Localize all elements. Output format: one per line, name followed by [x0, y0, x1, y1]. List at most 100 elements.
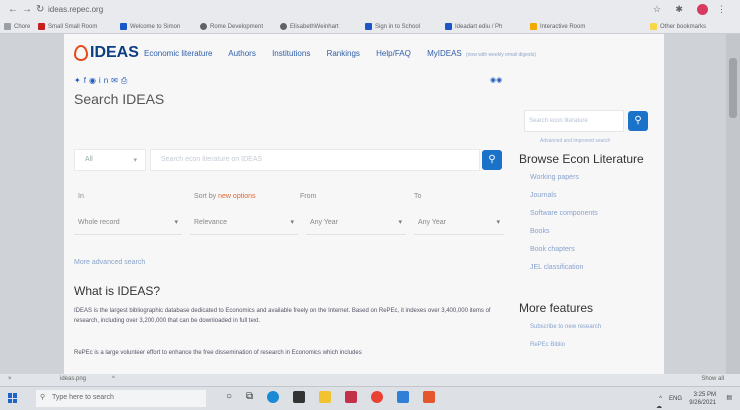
social-links: ✦f◉in✉⎙ — [74, 76, 130, 86]
search-button[interactable]: ⚲ — [482, 150, 502, 170]
address-row: ← → ↻ ideas.repec.org ☆ ✱ ⋮ — [0, 4, 740, 20]
extensions-icon[interactable]: ✱ — [675, 4, 689, 14]
nav-rankings[interactable]: Rankings — [327, 49, 360, 58]
browse-link-books[interactable]: Books — [530, 228, 598, 246]
nav-note: (now with weekly email digests) — [465, 52, 537, 58]
app-icon[interactable] — [397, 391, 410, 403]
edge-icon[interactable] — [267, 391, 280, 403]
bookmark-item[interactable]: ElisabethWeinhart — [280, 23, 339, 30]
app-icon[interactable] — [423, 391, 436, 403]
nav-authors[interactable]: Authors — [228, 49, 256, 58]
chevron-down-icon: ▾ — [496, 219, 500, 226]
in-label: In — [78, 193, 84, 200]
language-indicator[interactable]: ENG — [669, 395, 682, 403]
browse-title: Browse Econ Literature — [519, 152, 644, 166]
forward-icon[interactable]: → — [22, 4, 32, 15]
show-all-link[interactable]: Show all — [701, 376, 724, 382]
email-icon[interactable]: ✉ — [111, 76, 121, 85]
more-link-biblio[interactable]: RePEc Biblio — [530, 342, 601, 360]
windows-start-icon[interactable] — [8, 393, 18, 403]
search-icon: ⚲ — [40, 394, 46, 401]
download-item[interactable]: ideas.png — [60, 376, 86, 382]
folder-icon — [650, 23, 657, 30]
bookmark-item[interactable]: Interactive Room — [530, 23, 585, 30]
apps-icon — [4, 23, 11, 30]
sidebar-search-button[interactable]: ⚲ — [628, 111, 648, 131]
scrollbar-thumb[interactable] — [729, 58, 737, 118]
chrome-icon[interactable] — [371, 391, 384, 403]
gmail-icon — [38, 23, 45, 30]
bookmark-icon — [445, 23, 452, 30]
feed-icon[interactable]: ◉◉ — [490, 76, 502, 84]
about-paragraph: IDEAS is the largest bibliographic datab… — [74, 308, 491, 324]
star-icon[interactable]: ☆ — [653, 4, 667, 14]
back-icon[interactable]: ← — [8, 4, 18, 15]
bookmarks-bar: Chore Small Small Room Welcome to Simon … — [0, 21, 740, 33]
chevron-down-icon: ▾ — [398, 219, 402, 226]
chevron-down-icon: ▾ — [174, 219, 178, 226]
bookmark-item[interactable]: Other bookmarks — [650, 23, 706, 30]
more-link-subscribe[interactable]: Subscribe to new research — [530, 324, 601, 342]
search-input[interactable]: Search econ literature on IDEAS — [150, 149, 480, 171]
toolbar-icons: ☆ ✱ ⋮ — [653, 4, 732, 16]
sort-select[interactable]: Relevance ▾ — [190, 211, 298, 235]
browse-link-software[interactable]: Software components — [530, 210, 598, 228]
site-logo[interactable]: IDEAS — [74, 44, 139, 62]
in-select[interactable]: Whole record ▾ — [74, 211, 182, 235]
browse-link-journals[interactable]: Journals — [530, 192, 598, 210]
menu-icon[interactable]: ⋮ — [717, 4, 732, 14]
rss-icon[interactable]: ◉ — [89, 76, 99, 85]
browse-link-book-chapters[interactable]: Book chapters — [530, 246, 598, 264]
browse-list: Working papers Journals Software compone… — [530, 174, 598, 282]
search-icon: ⚲ — [488, 154, 496, 165]
chevron-up-icon[interactable]: ^ — [112, 376, 115, 382]
bookmark-item[interactable]: Rome Development — [200, 23, 263, 30]
bookmark-icon — [365, 23, 372, 30]
cortana-icon[interactable]: ○ — [226, 391, 232, 403]
sidebar-search-input[interactable]: Search econ literature — [524, 110, 624, 132]
browse-link-working-papers[interactable]: Working papers — [530, 174, 598, 192]
new-options-link[interactable]: new options — [218, 193, 255, 200]
scope-select[interactable]: All ▾ — [74, 149, 146, 171]
browse-link-jel[interactable]: JEL classification — [530, 264, 598, 282]
bookmark-item[interactable]: Small Small Room — [38, 23, 97, 30]
reload-icon[interactable]: ↻ — [36, 4, 44, 15]
close-icon[interactable]: × — [8, 376, 12, 382]
to-year-select[interactable]: Any Year ▾ — [414, 211, 504, 235]
nav-myideas[interactable]: MyIDEAS — [427, 49, 462, 58]
search-icon: ⚲ — [634, 115, 642, 126]
linkedin-icon[interactable]: in — [99, 76, 111, 85]
nav-economic-literature[interactable]: Economic literature — [144, 49, 212, 58]
profile-avatar[interactable] — [697, 4, 709, 16]
taskbar: ⚲ Type here to search ○ ⧉ ^ ☁ ◢ ENG 3:25… — [0, 386, 740, 410]
twitter-icon[interactable]: ✦ — [74, 76, 84, 85]
tray-icons[interactable]: ^ ☁ ◢ — [656, 395, 662, 410]
more-features-list: Subscribe to new research RePEc Biblio — [530, 324, 601, 360]
nav-help-faq[interactable]: Help/FAQ — [376, 49, 411, 58]
notification-icon[interactable]: ▤ — [726, 394, 732, 402]
app-icon[interactable] — [345, 391, 358, 403]
page-viewport: IDEAS Economic literature Authors Instit… — [0, 34, 740, 374]
task-view-icon[interactable]: ⧉ — [246, 391, 253, 403]
address-bar[interactable]: ideas.repec.org — [48, 5, 103, 14]
from-label: From — [300, 193, 317, 200]
top-nav: Economic literature Authors Institutions… — [144, 49, 536, 58]
to-label: To — [414, 193, 422, 200]
advanced-search-link[interactable]: Advanced and improved search — [540, 138, 610, 144]
about-title: What is IDEAS? — [74, 284, 161, 298]
download-shelf: × ideas.png ^ Show all — [0, 374, 740, 386]
nav-institutions[interactable]: Institutions — [272, 49, 310, 58]
store-icon[interactable] — [293, 391, 306, 403]
bookmark-item[interactable]: Welcome to Simon — [120, 23, 180, 30]
taskbar-apps: ○ ⧉ — [226, 391, 436, 403]
clock[interactable]: 3:25 PM 9/26/2021 — [684, 391, 716, 407]
page-scrollbar[interactable] — [726, 34, 740, 374]
bookmark-item[interactable]: Ideadart ediu / Ph — [445, 23, 502, 30]
from-year-select[interactable]: Any Year ▾ — [306, 211, 406, 235]
more-advanced-search-link[interactable]: More advanced search — [74, 259, 145, 266]
print-icon[interactable]: ⎙ — [121, 76, 130, 85]
file-explorer-icon[interactable] — [319, 391, 332, 403]
bookmark-item[interactable]: Chore — [4, 23, 30, 30]
taskbar-search[interactable]: ⚲ Type here to search — [36, 390, 206, 407]
bookmark-item[interactable]: Sign in to School — [365, 23, 420, 30]
